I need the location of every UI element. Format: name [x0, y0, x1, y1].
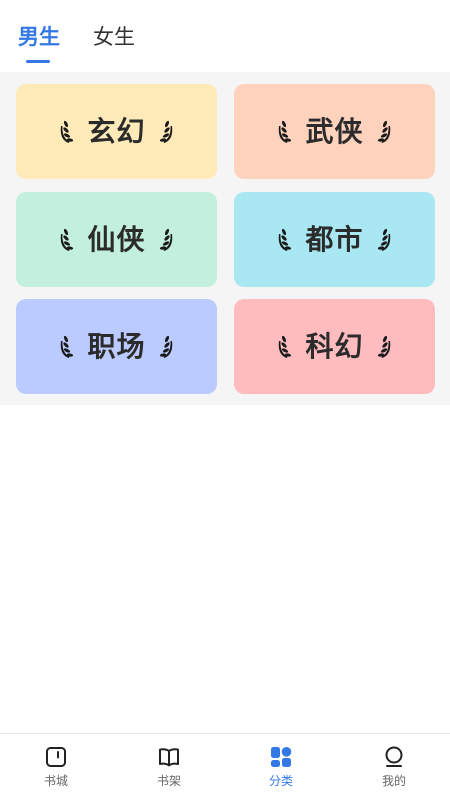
nav-bookshelf[interactable]: 书架: [113, 734, 225, 800]
laurel-left-icon: [61, 335, 74, 358]
laurel-right-icon: [159, 228, 172, 251]
category-card-dushi[interactable]: 都市: [234, 192, 435, 287]
laurel-left-icon: [279, 228, 292, 251]
category-label: 武侠: [305, 114, 364, 148]
tab-male[interactable]: 男生: [18, 22, 60, 52]
bottom-nav: 书城 书架 分类 我的: [0, 733, 450, 800]
gender-tabs: 男生 女生: [0, 0, 450, 72]
category-card-zhichang[interactable]: 职场: [16, 299, 217, 394]
category-card-xianxia[interactable]: 仙侠: [16, 192, 217, 287]
category-label: 仙侠: [87, 222, 146, 256]
bookshelf-icon: [159, 748, 179, 767]
category-icon: [271, 747, 292, 767]
category-grid: 玄幻 武侠 仙侠 都市 职场 科幻: [0, 72, 450, 405]
laurel-left-icon: [61, 228, 74, 251]
laurel-right-icon: [159, 335, 172, 358]
laurel-left-icon: [61, 120, 74, 143]
bookstore-icon: [46, 747, 66, 767]
nav-bookstore[interactable]: 书城: [0, 734, 112, 800]
category-label: 科幻: [305, 329, 364, 363]
active-tab-indicator: [26, 60, 50, 63]
nav-label: 我的: [381, 774, 406, 788]
nav-category[interactable]: 分类: [225, 734, 337, 800]
category-card-kehuan[interactable]: 科幻: [234, 299, 435, 394]
tab-female[interactable]: 女生: [93, 22, 135, 52]
nav-label: 书架: [156, 774, 181, 788]
laurel-right-icon: [377, 120, 390, 143]
laurel-left-icon: [279, 335, 292, 358]
category-card-xuanhuan[interactable]: 玄幻: [16, 84, 217, 179]
nav-profile[interactable]: 我的: [338, 734, 450, 800]
category-label: 玄幻: [87, 114, 146, 148]
category-screen: 男生 女生 玄幻 武侠 仙侠 都市 职场 科幻 书城 书架 分类 我的: [0, 0, 450, 800]
nav-label: 分类: [268, 774, 293, 788]
category-card-wuxia[interactable]: 武侠: [234, 84, 435, 179]
category-label: 都市: [305, 222, 364, 256]
laurel-right-icon: [377, 335, 390, 358]
category-label: 职场: [87, 329, 146, 363]
nav-label: 书城: [43, 774, 68, 788]
laurel-right-icon: [377, 228, 390, 251]
profile-icon: [385, 746, 403, 767]
laurel-left-icon: [279, 120, 292, 143]
laurel-right-icon: [159, 120, 172, 143]
